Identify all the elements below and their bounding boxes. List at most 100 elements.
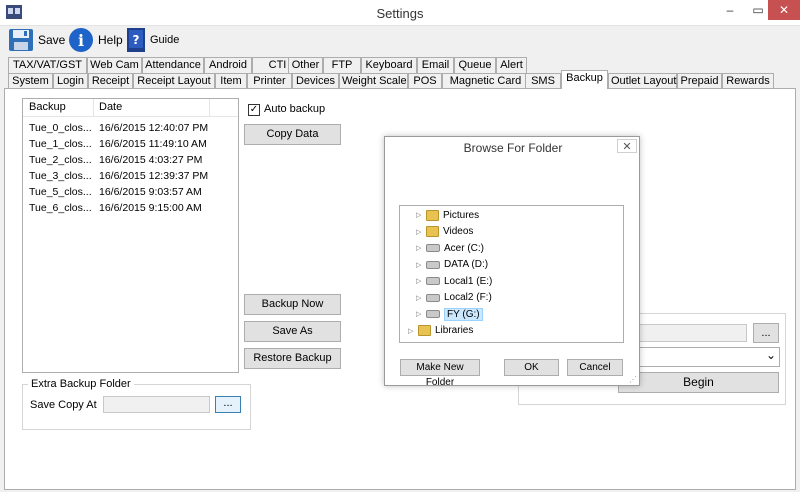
- tree-item[interactable]: ▷ Videos: [416, 224, 473, 240]
- tab-printer[interactable]: Printer: [247, 73, 292, 89]
- path-browse-button[interactable]: ...: [753, 323, 779, 343]
- resize-grip-icon[interactable]: ⋰: [629, 375, 637, 384]
- table-row[interactable]: Tue_3_clos... 16/6/2015 12:39:37 PM: [23, 169, 238, 185]
- table-row[interactable]: Tue_6_clos... 16/6/2015 9:15:00 AM: [23, 201, 238, 217]
- expand-arrow-icon[interactable]: ▷: [408, 327, 414, 335]
- tree-item-label: Videos: [443, 226, 474, 237]
- restore-backup-button[interactable]: Restore Backup: [244, 348, 341, 369]
- tab-rewards[interactable]: Rewards: [722, 73, 774, 89]
- backup-name-cell: Tue_2_clos...: [29, 154, 92, 166]
- save-copy-label: Save Copy At: [30, 399, 97, 411]
- tree-item[interactable]: ▷ FY (G:): [416, 306, 483, 322]
- tab-magnetic-card[interactable]: Magnetic Card: [442, 73, 529, 89]
- guide-book-icon: ?: [127, 28, 145, 52]
- tab-android[interactable]: Android: [204, 57, 252, 73]
- backup-list[interactable]: Backup Date Tue_0_clos... 16/6/2015 12:40…: [22, 98, 239, 373]
- save-copy-path-field[interactable]: [103, 396, 210, 413]
- network-icon: [418, 341, 431, 342]
- list-header: Backup Date: [23, 99, 238, 117]
- table-row[interactable]: Tue_5_clos... 16/6/2015 9:03:57 AM: [23, 185, 238, 201]
- backup-now-button[interactable]: Backup Now: [244, 294, 341, 315]
- tree-item[interactable]: ▷ Local2 (F:): [416, 290, 492, 306]
- save-button[interactable]: Save: [8, 26, 65, 54]
- guide-button[interactable]: ? Guide: [126, 26, 179, 54]
- expand-arrow-icon[interactable]: ▷: [416, 211, 422, 219]
- table-row[interactable]: Tue_1_clos... 16/6/2015 11:49:10 AM: [23, 137, 238, 153]
- tab-weight-scale[interactable]: Weight Scale: [339, 73, 408, 89]
- tree-item[interactable]: ▷ Libraries: [408, 323, 473, 339]
- drive-icon: [426, 310, 440, 318]
- backup-name-cell: Tue_3_clos...: [29, 170, 92, 182]
- copy-data-button[interactable]: Copy Data: [244, 124, 341, 145]
- expand-arrow-icon[interactable]: ▷: [416, 228, 422, 236]
- tab-login[interactable]: Login: [53, 73, 88, 89]
- tab-pos[interactable]: POS: [408, 73, 442, 89]
- tree-item-label: Acer (C:): [444, 242, 484, 254]
- expand-arrow-icon[interactable]: ▷: [416, 310, 422, 318]
- backup-name-cell: Tue_5_clos...: [29, 186, 92, 198]
- tree-item[interactable]: ▷ Pictures: [416, 207, 479, 223]
- table-row[interactable]: Tue_0_clos... 16/6/2015 12:40:07 PM: [23, 121, 238, 137]
- backup-name-cell: Tue_6_clos...: [29, 202, 92, 214]
- tree-item[interactable]: ▷ Acer (C:): [416, 240, 484, 256]
- tab-devices[interactable]: Devices: [292, 73, 339, 89]
- auto-backup-checkbox[interactable]: ✓: [248, 104, 260, 116]
- tab-system[interactable]: System: [8, 73, 53, 89]
- backup-name-cell: Tue_0_clos...: [29, 122, 92, 134]
- backup-date-cell: 16/6/2015 9:15:00 AM: [99, 202, 202, 214]
- begin-button[interactable]: Begin: [618, 372, 779, 393]
- backup-date-cell: 16/6/2015 11:49:10 AM: [99, 138, 207, 150]
- tab-item[interactable]: Item: [215, 73, 247, 89]
- tab-prepaid[interactable]: Prepaid: [677, 73, 722, 89]
- minimize-button[interactable]: –: [716, 0, 744, 22]
- expand-arrow-icon[interactable]: ▷: [416, 294, 422, 302]
- tab-email[interactable]: Email: [417, 57, 454, 73]
- tab-queue[interactable]: Queue: [454, 57, 496, 73]
- column-divider: [93, 99, 94, 116]
- tab-attendance[interactable]: Attendance: [142, 57, 204, 73]
- column-date[interactable]: Date: [99, 101, 122, 113]
- tab-alert[interactable]: Alert: [496, 57, 527, 73]
- make-new-folder-button[interactable]: Make New Folder: [400, 359, 480, 388]
- browse-folder-dialog: Browse For Folder ✕ ▷ Pictures ▷ Videos ▷ Ace…: [384, 136, 640, 388]
- tab-keyboard[interactable]: Keyboard: [361, 57, 417, 73]
- chevron-down-icon: ⌄: [765, 348, 776, 362]
- tab-receipt[interactable]: Receipt: [88, 73, 133, 89]
- save-label: Save: [38, 33, 66, 47]
- expand-arrow-icon[interactable]: ▷: [416, 261, 422, 269]
- tab-sms[interactable]: SMS: [525, 73, 561, 89]
- expand-arrow-icon[interactable]: ▷: [416, 244, 422, 252]
- folder-tree[interactable]: ▷ Pictures ▷ Videos ▷ Acer (C:) ▷ DATA (D:) ▷ Loc…: [399, 205, 624, 343]
- column-backup[interactable]: Backup: [29, 101, 66, 113]
- save-icon: [9, 29, 33, 51]
- drive-icon: [426, 277, 440, 285]
- save-as-button[interactable]: Save As: [244, 321, 341, 342]
- cancel-button[interactable]: Cancel: [567, 359, 623, 376]
- drive-icon: [426, 244, 440, 252]
- ok-button[interactable]: OK: [504, 359, 559, 376]
- tab-other[interactable]: Other: [288, 57, 323, 73]
- dropdown-select[interactable]: ⌄: [637, 347, 780, 367]
- tab-receipt-layout[interactable]: Receipt Layout: [133, 73, 215, 89]
- tree-item[interactable]: ▷ Local1 (E:): [416, 273, 492, 289]
- table-row[interactable]: Tue_2_clos... 16/6/2015 4:03:27 PM: [23, 153, 238, 169]
- tree-item-label: Network: [435, 342, 472, 343]
- tab-backup[interactable]: Backup: [561, 70, 608, 89]
- tab-outlet-layout[interactable]: Outlet Layout: [608, 73, 677, 89]
- tree-item-label: Pictures: [443, 209, 480, 221]
- title-bar: Settings – ▭ ✕: [0, 0, 800, 26]
- help-button[interactable]: i Help: [68, 26, 123, 54]
- tab-ftp[interactable]: FTP: [323, 57, 361, 73]
- tab-web-cam[interactable]: Web Cam: [87, 57, 142, 73]
- column-divider: [209, 99, 210, 116]
- save-copy-browse-button[interactable]: ...: [215, 396, 241, 413]
- close-button[interactable]: ✕: [768, 0, 800, 20]
- path-field[interactable]: [637, 324, 747, 342]
- dialog-close-button[interactable]: ✕: [617, 139, 637, 153]
- tree-item[interactable]: ▷ DATA (D:): [416, 257, 488, 273]
- drive-icon: [426, 260, 440, 269]
- dialog-title: Browse For Folder: [463, 141, 563, 155]
- expand-arrow-icon[interactable]: ▷: [416, 277, 422, 285]
- tab-tax-vat-gst[interactable]: TAX/VAT/GST: [8, 57, 87, 73]
- tree-item[interactable]: ▷Network: [408, 339, 472, 343]
